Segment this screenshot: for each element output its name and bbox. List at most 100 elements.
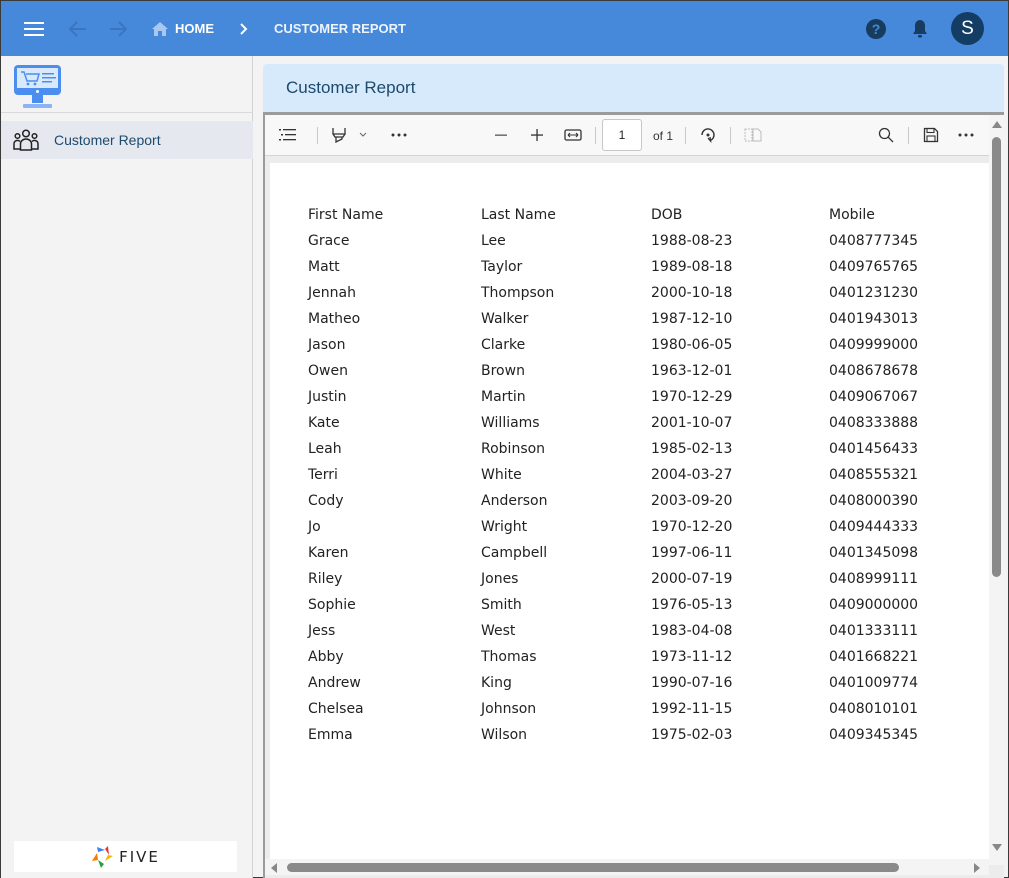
cell-first-name: Matheo [308, 311, 361, 327]
cell-first-name: Cody [308, 493, 344, 509]
scroll-left-icon[interactable] [271, 863, 277, 873]
menu-icon [24, 21, 44, 36]
horizontal-scroll-thumb[interactable] [287, 863, 899, 872]
cell-dob: 2004-03-27 [651, 467, 733, 483]
scroll-right-icon[interactable] [974, 863, 980, 873]
forward-button[interactable] [105, 1, 131, 56]
app-logo [13, 64, 63, 110]
highlight-button[interactable] [329, 123, 349, 147]
cell-dob: 2003-09-20 [651, 493, 733, 509]
chevron-right-icon [240, 22, 248, 35]
five-logo: FIVE [14, 841, 237, 872]
save-icon [923, 127, 939, 143]
bell-icon [913, 19, 927, 37]
back-button[interactable] [65, 1, 91, 56]
cell-first-name: Leah [308, 441, 342, 457]
cell-mobile: 0408000390 [829, 493, 919, 509]
highlight-icon [332, 128, 346, 143]
table-row: Matheo Walker 1987-12-10 0401943013 [308, 306, 929, 332]
table-row: Chelsea Johnson 1992-11-15 0408010101 [308, 696, 929, 722]
shopping-monitor-icon [14, 65, 61, 108]
cell-first-name: Justin [308, 389, 347, 405]
help-button[interactable]: ? [863, 1, 889, 56]
cell-first-name: Owen [308, 363, 348, 379]
breadcrumb-separator [237, 1, 251, 56]
cell-mobile: 0401668221 [829, 649, 919, 665]
cell-mobile: 0408777345 [829, 233, 919, 249]
more-options-button[interactable] [956, 123, 976, 147]
notifications-button[interactable] [907, 1, 933, 56]
page-number-input[interactable] [602, 119, 642, 151]
rotate-button[interactable] [697, 123, 719, 147]
cell-last-name: Wright [481, 519, 528, 535]
cell-last-name: Johnson [481, 701, 537, 717]
table-row: Karen Campbell 1997-06-11 0401345098 [308, 540, 929, 566]
cell-dob: 1988-08-23 [651, 233, 733, 249]
cell-dob: 1983-04-08 [651, 623, 733, 639]
cell-mobile: 0408555321 [829, 467, 919, 483]
toolbar-separator [685, 127, 686, 144]
table-row: Grace Lee 1988-08-23 0408777345 [308, 228, 929, 254]
rotate-icon [701, 128, 715, 144]
zoom-out-button[interactable] [491, 123, 511, 147]
svg-text:?: ? [872, 21, 881, 37]
cell-dob: 1975-02-03 [651, 727, 733, 743]
two-page-icon [744, 128, 762, 142]
cell-last-name: Robinson [481, 441, 546, 457]
vertical-scroll-thumb[interactable] [992, 137, 1001, 577]
cell-mobile: 0408999111 [829, 571, 919, 587]
cell-first-name: Grace [308, 233, 350, 249]
more-icon [391, 133, 407, 137]
vertical-scrollbar[interactable] [989, 115, 1004, 865]
highlight-dropdown[interactable] [357, 123, 369, 147]
cell-mobile: 0401943013 [829, 311, 919, 327]
cell-mobile: 0401345098 [829, 545, 919, 561]
cell-mobile: 0409345345 [829, 727, 919, 743]
people-icon [13, 129, 39, 156]
cell-last-name: White [481, 467, 522, 483]
fit-width-button[interactable] [562, 123, 584, 147]
cell-last-name: West [481, 623, 516, 639]
breadcrumb-home-label: HOME [175, 21, 214, 36]
user-avatar[interactable]: S [951, 12, 984, 45]
home-icon [152, 21, 168, 36]
table-row: Cody Anderson 2003-09-20 0408000390 [308, 488, 929, 514]
cell-last-name: King [481, 675, 512, 691]
search-button[interactable] [875, 123, 897, 147]
cell-dob: 1990-07-16 [651, 675, 733, 691]
cell-first-name: Abby [308, 649, 344, 665]
table-row: Emma Wilson 1975-02-03 0409345345 [308, 722, 929, 748]
save-button[interactable] [920, 123, 942, 147]
cell-dob: 1985-02-13 [651, 441, 733, 457]
contents-button[interactable] [277, 123, 299, 147]
menu-button[interactable] [19, 1, 49, 56]
more-tools-button[interactable] [389, 123, 409, 147]
table-row: Matt Taylor 1989-08-18 0409765765 [308, 254, 929, 280]
cell-mobile: 0409765765 [829, 259, 919, 275]
cell-last-name: Jones [481, 571, 519, 587]
sidebar-item-customer-report[interactable]: Customer Report [1, 121, 253, 159]
breadcrumb-home[interactable]: HOME [151, 1, 214, 56]
horizontal-scrollbar[interactable] [265, 859, 989, 875]
zoom-in-icon [531, 129, 543, 141]
cell-mobile: 0409067067 [829, 389, 919, 405]
cell-first-name: Andrew [308, 675, 361, 691]
table-row: Terri White 2004-03-27 0408555321 [308, 462, 929, 488]
cell-mobile: 0401333111 [829, 623, 919, 639]
table-row: Jennah Thompson 2000-10-18 0401231230 [308, 280, 929, 306]
cell-last-name: Martin [481, 389, 526, 405]
cell-first-name: Emma [308, 727, 353, 743]
cell-last-name: Thomas [481, 649, 537, 665]
cell-first-name: Jason [308, 337, 346, 353]
two-page-button[interactable] [742, 123, 764, 147]
cell-dob: 2001-10-07 [651, 415, 733, 431]
cell-mobile: 0408010101 [829, 701, 919, 717]
scroll-up-icon[interactable] [992, 121, 1002, 128]
zoom-in-button[interactable] [527, 123, 547, 147]
scroll-down-icon[interactable] [992, 844, 1002, 851]
cell-mobile: 0401009774 [829, 675, 919, 691]
search-icon [878, 127, 894, 143]
table-row: Justin Martin 1970-12-29 0409067067 [308, 384, 929, 410]
cell-last-name: Walker [481, 311, 529, 327]
fit-width-icon [564, 129, 582, 141]
